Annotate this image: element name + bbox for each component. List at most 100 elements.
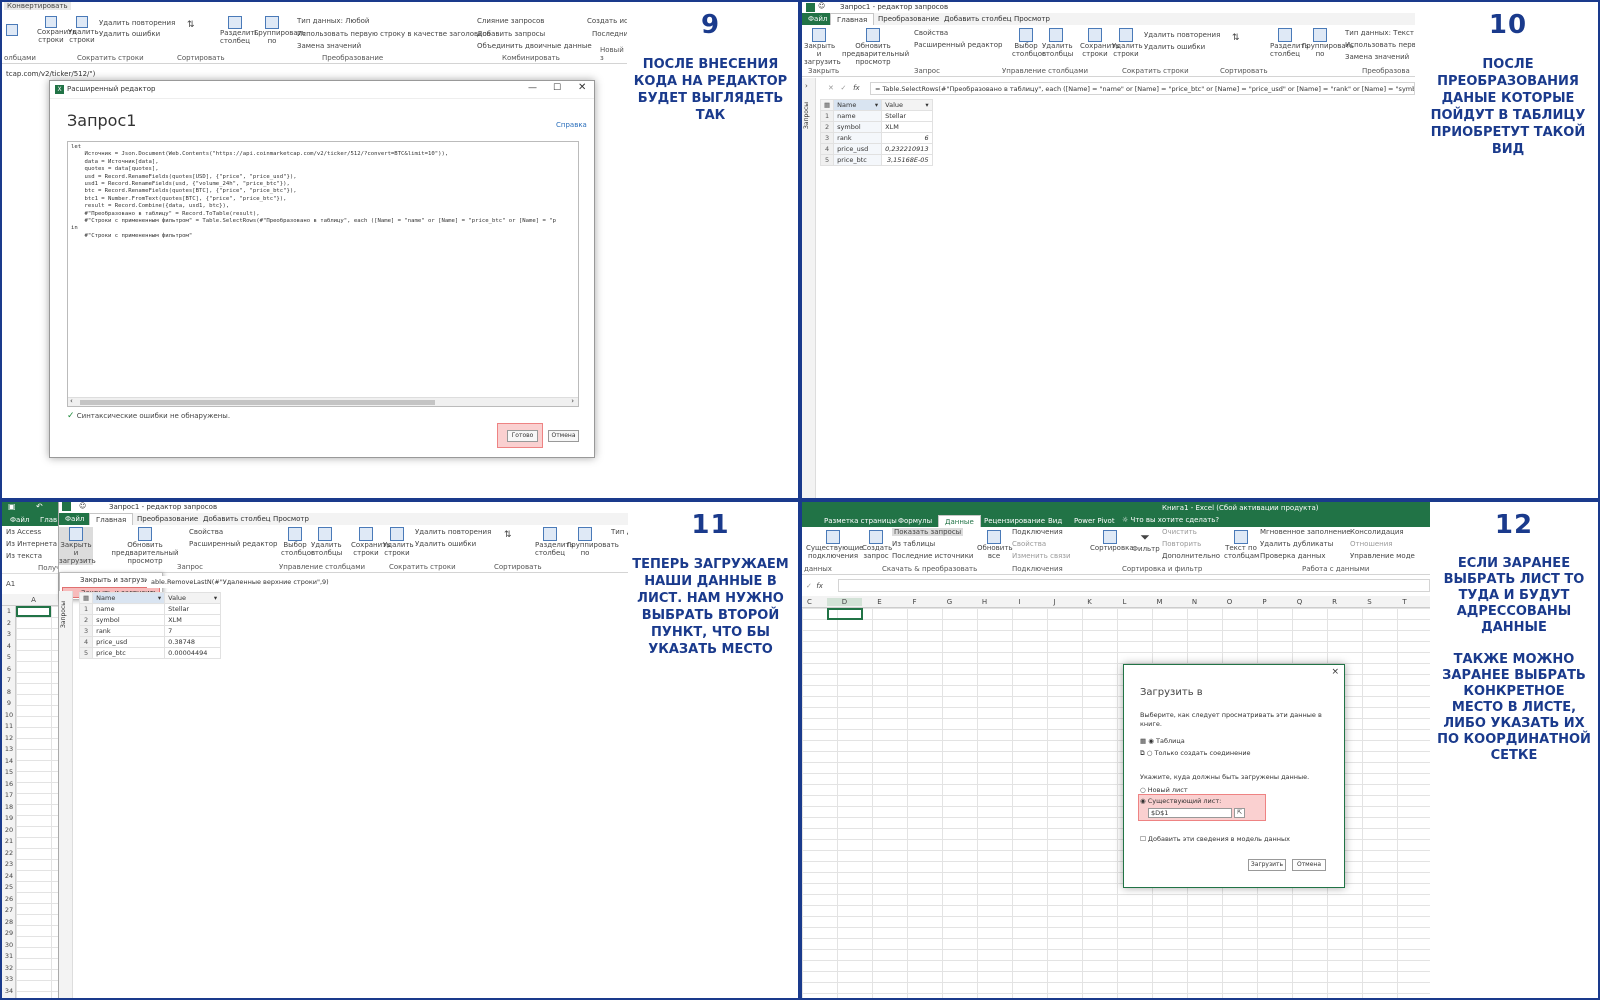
split-column-button[interactable]: Разделить столбец: [220, 16, 259, 45]
filter-button[interactable]: ⏷ Фильтр: [1132, 530, 1160, 553]
remove-rows-button[interactable]: Удалить строки: [68, 16, 99, 44]
row-header[interactable]: 34: [2, 987, 16, 995]
close-icon[interactable]: ×: [1331, 667, 1339, 677]
split-column-button[interactable]: Разделить столбец: [535, 527, 574, 557]
data-validation-button[interactable]: Проверка данных: [1260, 552, 1326, 560]
row-header[interactable]: 10: [2, 711, 16, 719]
row-header[interactable]: 5: [2, 653, 16, 661]
row-header[interactable]: 30: [2, 941, 16, 949]
recent-sources-button[interactable]: Последние источники: [892, 552, 973, 560]
save-icon[interactable]: ▣: [8, 502, 16, 511]
new-source-button[interactable]: Создать ист: [587, 17, 627, 25]
column-header[interactable]: L: [1107, 598, 1142, 606]
from-access-button[interactable]: Из Access: [6, 528, 41, 536]
column-a-header[interactable]: A: [16, 596, 51, 604]
maximize-icon[interactable]: ☐: [553, 83, 561, 93]
tell-me-box[interactable]: ☼ Что вы хотите сделать?: [1122, 516, 1219, 524]
properties-button[interactable]: Свойства: [914, 29, 948, 37]
sheet-grid[interactable]: [16, 606, 58, 998]
connections-button[interactable]: Подключения: [1012, 528, 1063, 536]
column-header[interactable]: K: [1072, 598, 1107, 606]
column-header-value[interactable]: Value ▾: [881, 99, 933, 111]
row-header[interactable]: 15: [2, 768, 16, 776]
keep-rows-button[interactable]: Сохранить строки: [37, 16, 76, 44]
append-queries-button[interactable]: Добавить запросы: [477, 30, 545, 38]
clear-button[interactable]: Очистить: [1162, 528, 1197, 536]
horizontal-scrollbar[interactable]: ‹ ›: [68, 397, 578, 406]
remove-rows-button[interactable]: Удалить строки: [1112, 28, 1143, 58]
scroll-right-icon[interactable]: ›: [571, 397, 574, 405]
tab-add-column[interactable]: Добавить столбец: [938, 13, 1018, 25]
queries-pane[interactable]: › Запросы: [802, 78, 816, 498]
advanced-button[interactable]: Дополнительно: [1162, 552, 1220, 560]
tab-file[interactable]: Файл: [59, 513, 91, 525]
column-header[interactable]: S: [1352, 598, 1387, 606]
advanced-editor-button[interactable]: Расширенный редактор: [914, 41, 1002, 49]
tab-formulas[interactable]: Формулы: [892, 515, 938, 527]
remove-duplicates-button[interactable]: Удалить повторения: [99, 19, 175, 27]
row-header[interactable]: 20: [2, 826, 16, 834]
row-header[interactable]: 27: [2, 906, 16, 914]
sort-icon[interactable]: ⇅: [1232, 33, 1240, 43]
sort-icon[interactable]: ⇅: [504, 530, 512, 540]
range-picker-icon[interactable]: ⇱: [1234, 808, 1245, 818]
column-header[interactable]: Q: [1282, 598, 1317, 606]
row-header[interactable]: 14: [2, 757, 16, 765]
tab-page-layout[interactable]: Разметка страницы: [818, 515, 903, 527]
row-header[interactable]: 25: [2, 883, 16, 891]
remove-duplicates-button[interactable]: Удалить повторения: [415, 528, 491, 536]
excel-tab-home[interactable]: Глав: [40, 516, 57, 524]
existing-connections-button[interactable]: Существующие подключения: [806, 530, 863, 560]
column-header[interactable]: R: [1317, 598, 1352, 606]
tab-file[interactable]: Файл: [802, 13, 834, 25]
row-header[interactable]: 11: [2, 722, 16, 730]
edit-links-button[interactable]: Изменить связи: [1012, 552, 1071, 560]
column-header[interactable]: O: [1212, 598, 1247, 606]
queries-pane[interactable]: Запросы: [59, 591, 73, 998]
option-existing-sheet[interactable]: ◉ Существующий лист:: [1140, 797, 1221, 805]
column-header[interactable]: I: [1002, 598, 1037, 606]
column-header-name[interactable]: Name ▾: [833, 99, 883, 111]
column-header[interactable]: P: [1247, 598, 1282, 606]
reapply-button[interactable]: Повторить: [1162, 540, 1201, 548]
radio-icon[interactable]: ○: [1140, 786, 1146, 794]
row-header[interactable]: 13: [2, 745, 16, 753]
replace-values-button[interactable]: Замена значений: [1345, 53, 1409, 61]
close-icon[interactable]: ✕: [578, 82, 586, 93]
sort-icon[interactable]: ⇅: [187, 20, 195, 30]
column-header[interactable]: C: [802, 598, 827, 606]
row-header[interactable]: 17: [2, 791, 16, 799]
refresh-preview-button[interactable]: Обновить предварительный просмотр: [101, 527, 189, 565]
formula-bar[interactable]: able.RemoveLastN(#"Удаленные верхние стр…: [147, 576, 547, 588]
formula-bar[interactable]: [838, 579, 1430, 592]
excel-tab-file[interactable]: Файл: [10, 516, 29, 524]
row-header[interactable]: 26: [2, 895, 16, 903]
remove-errors-button[interactable]: Удалить ошибки: [415, 540, 476, 548]
selected-cell[interactable]: [827, 608, 863, 620]
row-header[interactable]: 7: [2, 676, 16, 684]
column-header[interactable]: N: [1177, 598, 1212, 606]
cell-input[interactable]: $D$1: [1148, 808, 1232, 818]
column-header[interactable]: M: [1142, 598, 1177, 606]
column-header[interactable]: F: [897, 598, 932, 606]
group-by-button[interactable]: Группировать по: [1302, 28, 1354, 58]
row-header[interactable]: 8: [2, 688, 16, 696]
sort-button[interactable]: Сортировка: [1090, 530, 1134, 552]
row-header[interactable]: 28: [2, 918, 16, 926]
column-header[interactable]: H: [967, 598, 1002, 606]
tab-view[interactable]: Вид: [1042, 515, 1068, 527]
row-header[interactable]: 19: [2, 814, 16, 822]
from-text-button[interactable]: Из текста: [6, 552, 42, 560]
row-header[interactable]: 33: [2, 975, 16, 983]
remove-errors-button[interactable]: Удалить ошибки: [1144, 43, 1205, 51]
row-header[interactable]: 29: [2, 929, 16, 937]
flash-fill-button[interactable]: Мгновенное заполнение: [1260, 528, 1351, 536]
row-header[interactable]: 21: [2, 837, 16, 845]
radio-selected-icon[interactable]: ◉: [1148, 737, 1154, 745]
option-table[interactable]: ▦ ◉ Таблица: [1140, 737, 1185, 745]
undo-icon[interactable]: ↶: [36, 502, 43, 511]
help-link[interactable]: Справка: [556, 121, 587, 129]
add-to-data-model[interactable]: ☐ Добавить эти сведения в модель данных: [1140, 835, 1290, 843]
row-header[interactable]: 12: [2, 734, 16, 742]
selected-cell[interactable]: [16, 606, 51, 617]
